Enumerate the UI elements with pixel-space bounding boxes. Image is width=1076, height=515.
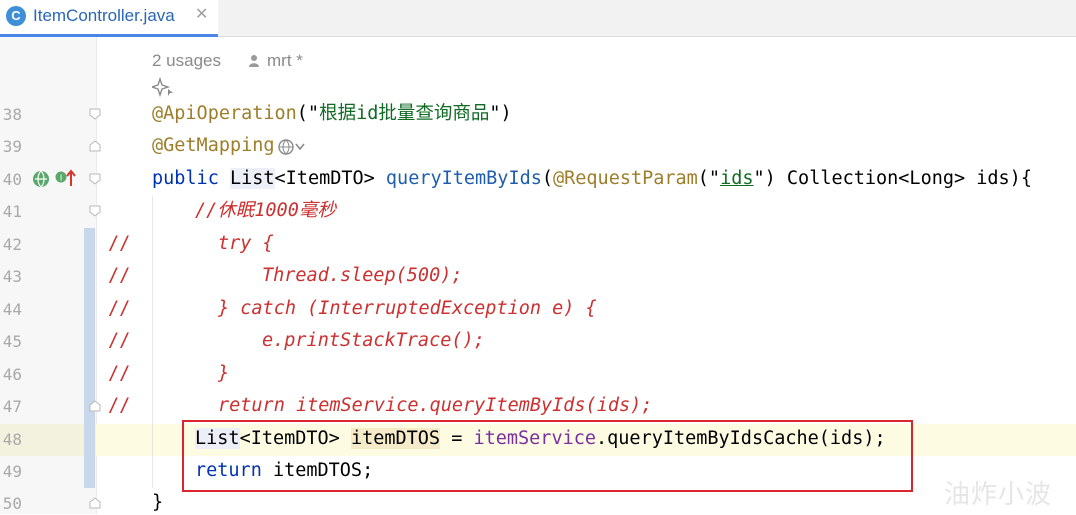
line-number: 43 xyxy=(2,267,22,286)
comment-slash: // xyxy=(108,298,131,319)
fold-marker-icon[interactable] xyxy=(89,497,101,509)
code-line-39: @GetMapping xyxy=(152,134,275,158)
code-token: (" xyxy=(697,168,721,189)
line-number: 42 xyxy=(2,235,22,254)
line-number: 45 xyxy=(2,332,22,351)
line-number: 38 xyxy=(2,105,22,124)
indent-guide xyxy=(152,196,153,488)
code-line-41: //休眠1000毫秒 xyxy=(195,200,336,221)
line-number: 46 xyxy=(2,365,22,384)
keyword-public: public xyxy=(152,168,230,189)
code-line-50: } xyxy=(152,492,164,513)
annotation-apioperation: @ApiOperation xyxy=(152,103,297,124)
watermark: 油炸小波 xyxy=(944,480,1053,510)
code-token: ( xyxy=(541,168,553,189)
ai-sparkle-icon[interactable] xyxy=(152,77,174,97)
editor-tab-bar: C ItemController.java ✕ xyxy=(0,0,1076,37)
code-line-46: } xyxy=(218,363,230,384)
highlight-box xyxy=(182,420,913,492)
code-line-43: Thread.sleep(500); xyxy=(262,265,463,286)
code-line-47: return itemService.queryItemByIds(ids); xyxy=(218,395,653,416)
web-globe-icon[interactable] xyxy=(277,138,295,156)
comment-slash: // xyxy=(108,330,131,351)
fold-marker-icon[interactable] xyxy=(89,140,101,152)
line-number: 48 xyxy=(2,430,22,449)
fold-marker-icon[interactable] xyxy=(89,108,101,120)
run-endpoint-icon[interactable] xyxy=(32,170,50,188)
line-number: 40 xyxy=(2,170,22,189)
comment-slash: // xyxy=(108,265,131,286)
fold-marker-icon[interactable] xyxy=(89,173,101,185)
svg-text:I: I xyxy=(60,174,62,183)
string-literal: ids xyxy=(720,168,754,189)
comment-slash: // xyxy=(108,233,131,254)
line-number: 47 xyxy=(2,397,22,416)
type-list: List xyxy=(229,168,275,189)
code-line-45: e.printStackTrace(); xyxy=(262,330,485,351)
line-number: 44 xyxy=(2,300,22,319)
tab-itemcontroller[interactable]: C ItemController.java ✕ xyxy=(0,0,218,37)
tab-title: ItemController.java xyxy=(33,6,175,25)
usages-hint[interactable]: 2 usages xyxy=(152,51,221,71)
code-line-40: public List<ItemDTO> queryItemByIds(@Req… xyxy=(152,167,1032,191)
line-number: 49 xyxy=(2,462,22,481)
method-name: queryItemByIds xyxy=(385,168,542,189)
line-number: 50 xyxy=(2,494,22,513)
comment-slash: // xyxy=(108,363,131,384)
string-literal: 根据id批量查询商品 xyxy=(319,103,490,124)
code-token: ") xyxy=(489,103,512,124)
code-token: ") xyxy=(753,168,776,189)
code-token: Collection<Long> ids){ xyxy=(775,168,1032,189)
fold-marker-icon[interactable] xyxy=(89,400,101,412)
code-line-38: @ApiOperation("根据id批量查询商品") xyxy=(152,102,512,126)
line-number: 41 xyxy=(2,202,22,221)
chevron-down-icon[interactable] xyxy=(294,142,306,152)
comment-slash: // xyxy=(108,395,131,416)
implemented-up-icon[interactable]: I xyxy=(55,168,77,188)
line-number: 39 xyxy=(2,137,22,156)
annotation-requestparam: @RequestParam xyxy=(553,168,698,189)
code-line-42: try { xyxy=(218,233,274,254)
code-token: (" xyxy=(296,103,320,124)
close-icon[interactable]: ✕ xyxy=(195,4,208,23)
fold-marker-icon[interactable] xyxy=(89,205,101,217)
code-token: <ItemDTO> xyxy=(274,168,386,189)
person-icon xyxy=(249,55,259,67)
author-hint[interactable]: mrt * xyxy=(267,51,303,71)
vcs-change-marker[interactable] xyxy=(84,228,95,488)
annotation-getmapping: @GetMapping xyxy=(152,135,275,156)
code-line-44: } catch (InterruptedException e) { xyxy=(218,298,597,319)
class-icon: C xyxy=(6,6,26,26)
